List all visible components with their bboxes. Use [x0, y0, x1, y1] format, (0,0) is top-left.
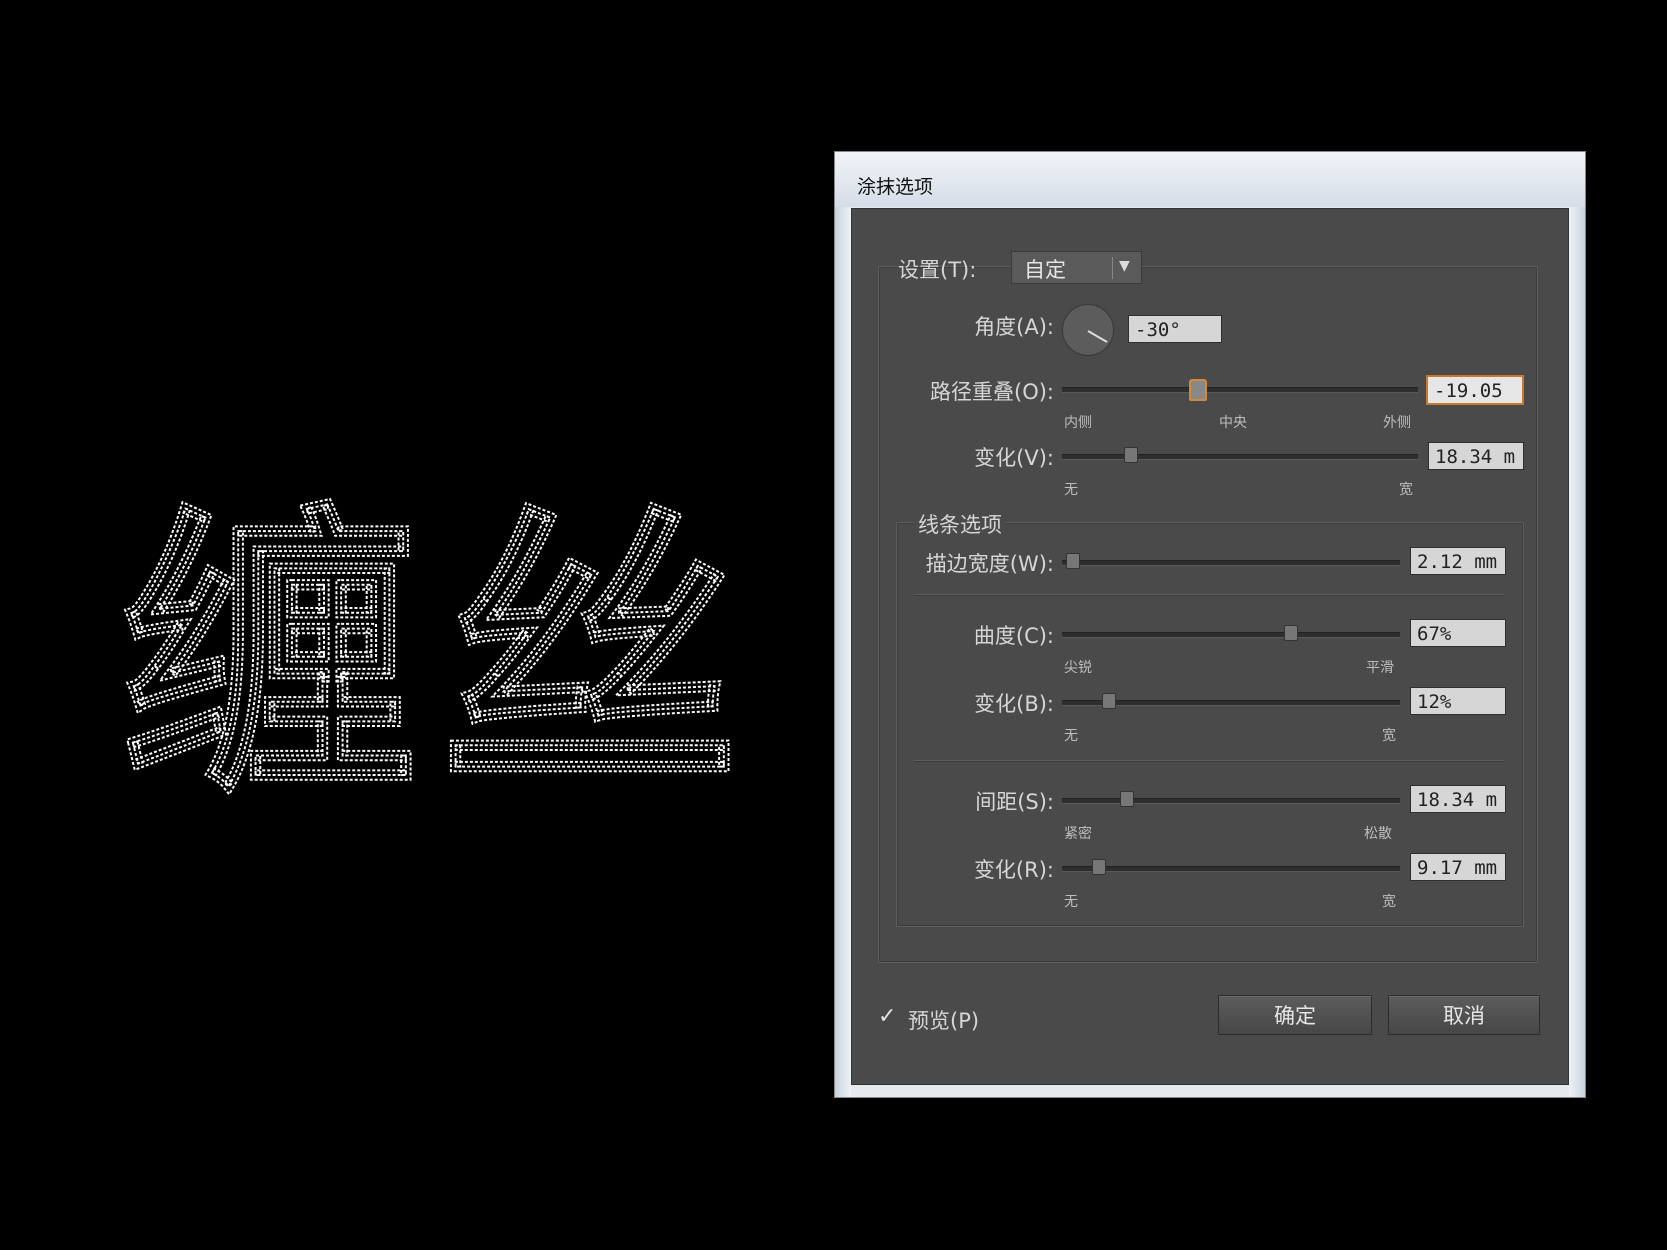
spacing-label: 间距(S):: [975, 790, 1054, 814]
variation-r-input[interactable]: 9.17 mm: [1410, 853, 1506, 881]
chevron-down-icon: ▼: [1119, 258, 1130, 274]
curviness-slider-thumb[interactable]: [1284, 625, 1298, 641]
variation-b-min-label: 无: [1064, 728, 1078, 744]
curviness-max-label: 平滑: [1366, 660, 1394, 676]
title-bar[interactable]: 涂抹选项: [835, 152, 1585, 207]
variation-r-slider[interactable]: [1062, 866, 1400, 872]
scribble-artwork: 缠丝: [120, 477, 760, 830]
scribble-options-dialog: 涂抹选项 设置(T): 自定 ▼ 角度(A): -30° 路径重叠(O): -1…: [834, 151, 1586, 1098]
variation-v-max-label: 宽: [1399, 482, 1413, 498]
stroke-width-label: 描边宽度(W):: [925, 552, 1054, 576]
artwork-text: 缠丝: [120, 478, 760, 830]
variation-r-slider-thumb[interactable]: [1092, 859, 1106, 875]
variation-v-label: 变化(V):: [974, 446, 1054, 470]
line-options-title: 线条选项: [914, 509, 1006, 539]
settings-dropdown[interactable]: 自定 ▼: [1011, 251, 1142, 284]
dialog-title: 涂抹选项: [857, 176, 934, 198]
preview-checkbox[interactable]: ✓: [878, 1004, 898, 1029]
path-overlap-label: 路径重叠(O):: [930, 380, 1054, 404]
variation-r-label: 变化(R):: [973, 858, 1054, 882]
spacing-slider[interactable]: [1062, 798, 1400, 804]
variation-b-input[interactable]: 12%: [1410, 687, 1506, 715]
angle-dial[interactable]: [1062, 304, 1114, 356]
variation-b-label: 变化(B):: [974, 692, 1054, 716]
path-overlap-slider-thumb[interactable]: [1189, 379, 1207, 401]
spacing-max-label: 松散: [1364, 826, 1392, 842]
variation-v-slider-thumb[interactable]: [1124, 447, 1138, 463]
check-icon: ✓: [878, 1004, 897, 1029]
stroke-width-slider[interactable]: [1062, 560, 1400, 566]
path-overlap-mid-label: 中央: [1219, 415, 1247, 431]
variation-v-input[interactable]: 18.34 m: [1428, 442, 1524, 470]
path-overlap-slider[interactable]: [1062, 387, 1418, 393]
variation-b-slider-thumb[interactable]: [1102, 693, 1116, 709]
variation-b-max-label: 宽: [1382, 728, 1396, 744]
dialog-client-area: 设置(T): 自定 ▼ 角度(A): -30° 路径重叠(O): -19.05 …: [851, 208, 1569, 1085]
variation-r-min-label: 无: [1064, 894, 1078, 910]
spacing-slider-thumb[interactable]: [1120, 791, 1134, 807]
stroke-width-input[interactable]: 2.12 mm: [1410, 547, 1506, 575]
cancel-button[interactable]: 取消: [1388, 995, 1540, 1035]
curviness-label: 曲度(C):: [973, 624, 1054, 648]
stroke-width-slider-thumb[interactable]: [1066, 553, 1080, 569]
angle-dial-needle: [1087, 330, 1108, 343]
variation-v-slider[interactable]: [1062, 454, 1418, 460]
spacing-min-label: 紧密: [1064, 826, 1092, 842]
preview-label[interactable]: 预览(P): [908, 1005, 979, 1035]
variation-r-max-label: 宽: [1382, 894, 1396, 910]
settings-value: 自定: [1024, 258, 1066, 282]
angle-label: 角度(A):: [974, 315, 1054, 339]
path-overlap-input[interactable]: -19.05: [1426, 375, 1524, 405]
curviness-min-label: 尖锐: [1064, 660, 1092, 676]
path-overlap-max-label: 外侧: [1383, 415, 1411, 431]
variation-v-min-label: 无: [1064, 482, 1078, 498]
ok-button[interactable]: 确定: [1218, 995, 1372, 1035]
settings-label: 设置(T):: [898, 258, 977, 282]
angle-input[interactable]: -30°: [1128, 315, 1222, 343]
curviness-input[interactable]: 67%: [1410, 619, 1506, 647]
spacing-input[interactable]: 18.34 m: [1410, 785, 1506, 813]
path-overlap-min-label: 内侧: [1064, 415, 1092, 431]
curviness-slider[interactable]: [1062, 632, 1400, 638]
